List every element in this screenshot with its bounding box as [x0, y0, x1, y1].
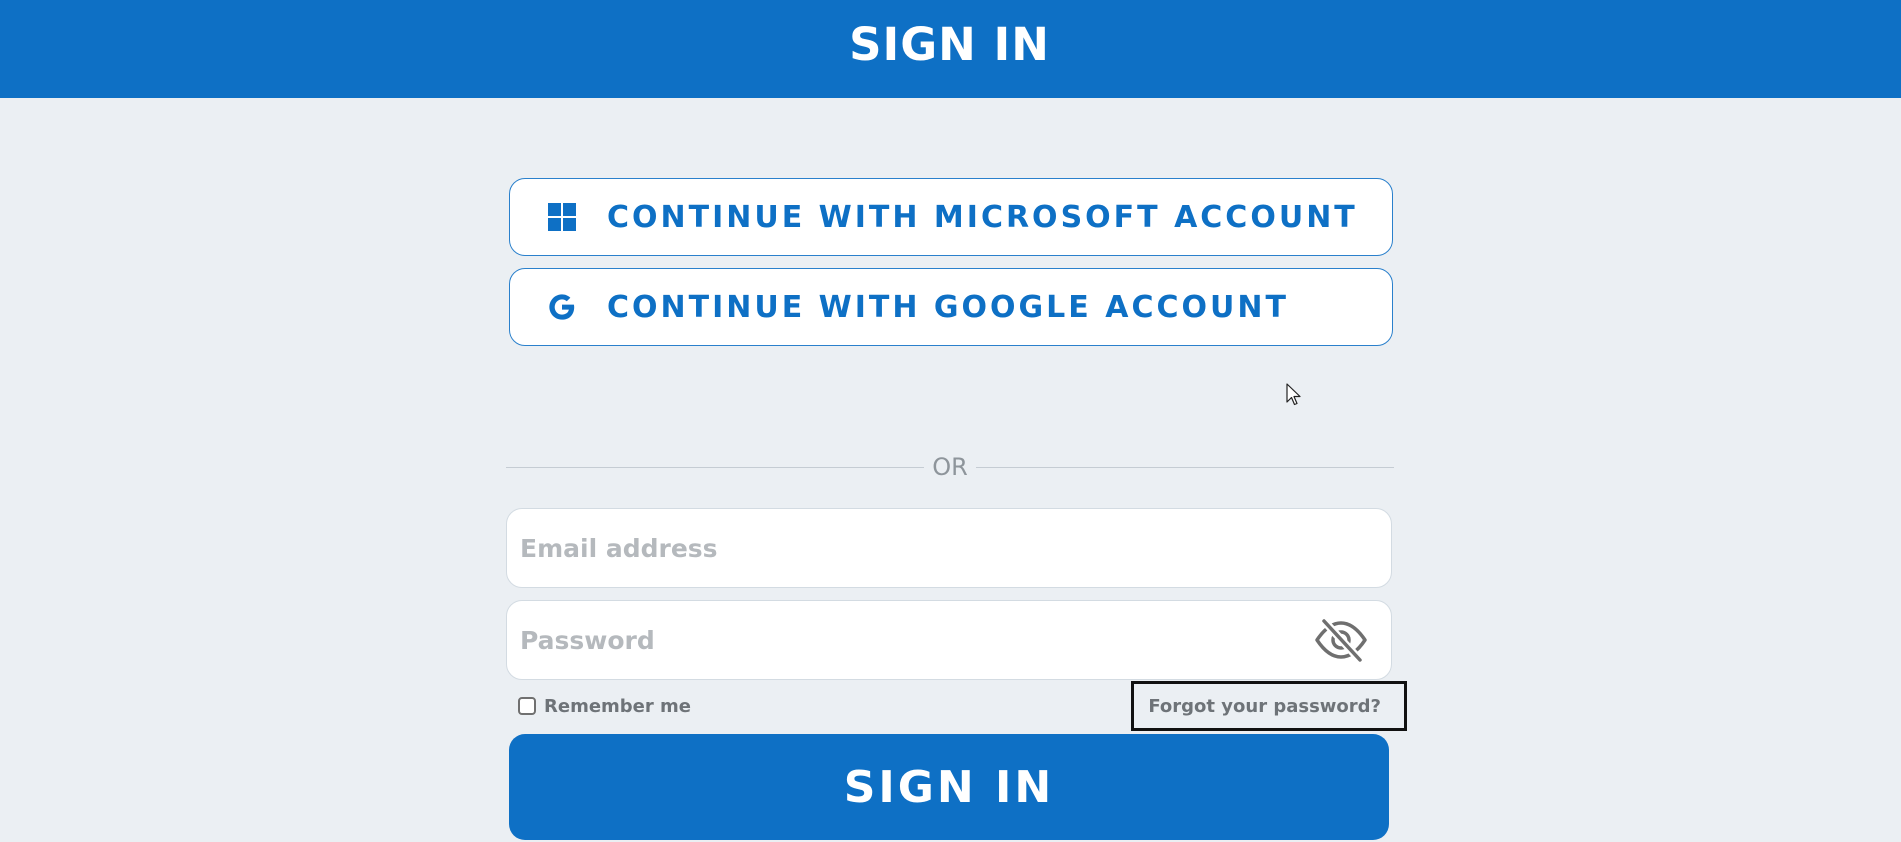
page-title: SIGN IN — [849, 17, 1050, 71]
email-field[interactable] — [507, 509, 1391, 587]
google-signin-label: CONTINUE WITH GOOGLE ACCOUNT — [607, 289, 1289, 325]
divider-line-right — [975, 466, 1395, 468]
password-field-container — [506, 600, 1392, 680]
page-header: SIGN IN — [0, 0, 1901, 98]
microsoft-signin-label: CONTINUE WITH MICROSOFT ACCOUNT — [607, 199, 1358, 235]
microsoft-signin-button[interactable]: CONTINUE WITH MICROSOFT ACCOUNT — [509, 178, 1393, 256]
sign-in-button[interactable]: SIGN IN — [509, 734, 1389, 840]
eye-slash-icon[interactable] — [1311, 610, 1371, 670]
remember-me-label: Remember me — [544, 695, 691, 717]
or-divider: OR — [506, 452, 1395, 482]
remember-me-checkbox[interactable] — [518, 697, 536, 715]
mouse-cursor-icon — [1286, 383, 1301, 406]
google-signin-button[interactable]: CONTINUE WITH GOOGLE ACCOUNT — [509, 268, 1393, 346]
divider-text: OR — [932, 453, 968, 481]
windows-icon — [547, 202, 577, 232]
google-icon — [547, 292, 577, 322]
divider-line-left — [506, 466, 925, 468]
remember-me[interactable]: Remember me — [518, 692, 691, 720]
email-field-container — [506, 508, 1392, 588]
password-field[interactable] — [507, 601, 1311, 679]
sign-in-button-label: SIGN IN — [843, 761, 1055, 813]
forgot-password-link[interactable]: Forgot your password? — [1131, 681, 1407, 731]
